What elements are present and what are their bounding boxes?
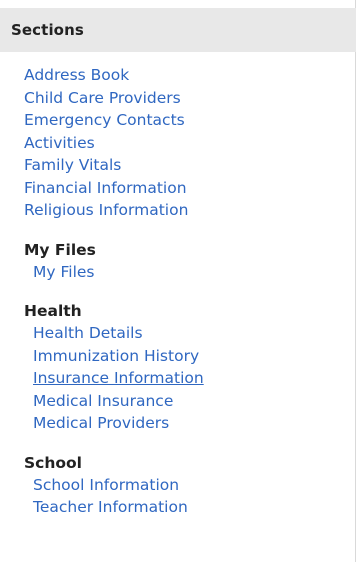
link-address-book[interactable]: Address Book xyxy=(24,64,344,87)
link-teacher-information[interactable]: Teacher Information xyxy=(33,496,344,519)
link-medical-insurance[interactable]: Medical Insurance xyxy=(33,390,344,413)
group-title-school: School xyxy=(24,453,82,472)
link-religious-information[interactable]: Religious Information xyxy=(24,199,344,222)
link-my-files[interactable]: My Files xyxy=(33,261,344,284)
sections-panel: Sections Address Book Child Care Provide… xyxy=(0,0,356,562)
group-school: School School Information Teacher Inform… xyxy=(24,452,344,519)
group-title-health: Health xyxy=(24,302,82,320)
school-links: School Information Teacher Information xyxy=(24,474,344,519)
sections-header: Sections xyxy=(0,8,356,52)
link-medical-providers[interactable]: Medical Providers xyxy=(33,412,344,435)
link-activities[interactable]: Activities xyxy=(24,132,344,155)
health-links: Health Details Immunization History Insu… xyxy=(24,322,344,435)
my-files-links: My Files xyxy=(24,261,344,284)
group-health: Health Health Details Immunization Histo… xyxy=(24,300,344,435)
link-financial-information[interactable]: Financial Information xyxy=(24,177,344,200)
link-family-vitals[interactable]: Family Vitals xyxy=(24,154,344,177)
link-emergency-contacts[interactable]: Emergency Contacts xyxy=(24,109,344,132)
link-insurance-information[interactable]: Insurance Information xyxy=(33,367,344,390)
group-title-my-files: My Files xyxy=(24,240,96,259)
group-my-files: My Files My Files xyxy=(24,239,344,284)
link-child-care-providers[interactable]: Child Care Providers xyxy=(24,87,344,110)
sections-content: Address Book Child Care Providers Emerge… xyxy=(24,64,344,519)
sections-header-title: Sections xyxy=(11,21,84,39)
link-health-details[interactable]: Health Details xyxy=(33,322,344,345)
link-immunization-history[interactable]: Immunization History xyxy=(33,345,344,368)
link-school-information[interactable]: School Information xyxy=(33,474,344,497)
main-links-list: Address Book Child Care Providers Emerge… xyxy=(24,64,344,222)
